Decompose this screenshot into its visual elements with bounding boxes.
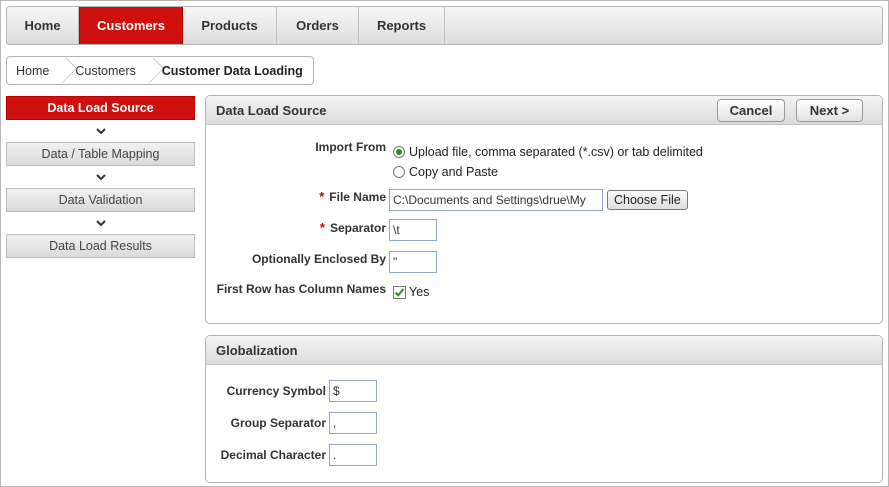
enclosed-by-label: Optionally Enclosed By: [251, 252, 386, 266]
tab-reports[interactable]: Reports: [359, 7, 445, 44]
data-load-source-panel: Data Load Source Cancel Next > Import Fr…: [205, 95, 883, 324]
breadcrumb: Home Customers Customer Data Loading: [6, 56, 314, 85]
tab-products[interactable]: Products: [183, 7, 277, 44]
panel-header: Globalization: [206, 336, 882, 365]
file-name-field[interactable]: C:\Documents and Settings\drue\My: [389, 189, 603, 211]
globalization-panel: Globalization Currency Symbol $ Group Se…: [205, 335, 883, 483]
wizard-step-data-load-source: Data Load Source: [6, 96, 195, 120]
currency-symbol-label: Currency Symbol: [226, 384, 326, 398]
first-row-label: First Row has Column Names: [216, 282, 386, 296]
breadcrumb-separator: [58, 57, 66, 84]
import-from-label: Import From: [315, 140, 386, 154]
separator-label-row: * Separator: [206, 220, 386, 235]
panel-title: Globalization: [216, 342, 298, 358]
currency-input-row: $: [329, 380, 377, 402]
import-option-paste-label: Copy and Paste: [409, 165, 498, 179]
tab-customers[interactable]: Customers: [79, 7, 183, 44]
file-input-row: C:\Documents and Settings\drue\My Choose…: [389, 189, 688, 211]
enclosed-by-input-row: ": [389, 251, 437, 273]
checkbox-first-row[interactable]: [393, 285, 406, 299]
currency-symbol-field[interactable]: $: [329, 380, 377, 402]
file-name-label-row: * File Name: [206, 189, 386, 204]
group-sep-input-row: ,: [329, 412, 377, 434]
decimal-input-row: .: [329, 444, 377, 466]
choose-file-button[interactable]: Choose File: [607, 190, 688, 210]
group-separator-label: Group Separator: [230, 416, 326, 430]
breadcrumb-separator: [145, 57, 153, 84]
tab-orders[interactable]: Orders: [277, 7, 359, 44]
import-option-upload[interactable]: Upload file, comma separated (*.csv) or …: [393, 145, 703, 159]
group-separator-field[interactable]: ,: [329, 412, 377, 434]
breadcrumb-home[interactable]: Home: [7, 57, 58, 84]
panel-title: Data Load Source: [216, 102, 327, 118]
breadcrumb-current: Customer Data Loading: [161, 63, 303, 78]
import-option-paste[interactable]: Copy and Paste: [393, 165, 498, 179]
separator-input-row: \t: [389, 219, 437, 241]
first-row-label-row: First Row has Column Names: [206, 282, 386, 296]
required-marker: *: [319, 220, 325, 235]
first-row-yes-label: Yes: [409, 285, 430, 299]
breadcrumb-customers[interactable]: Customers: [66, 57, 144, 84]
radio-upload[interactable]: [393, 146, 405, 158]
panel-header: Data Load Source Cancel Next >: [206, 96, 882, 125]
chevron-down-icon: [6, 166, 195, 188]
chevron-down-icon: [6, 212, 195, 234]
next-button[interactable]: Next >: [796, 99, 863, 122]
decimal-label-row: Decimal Character: [206, 448, 326, 462]
file-name-label: File Name: [329, 189, 386, 204]
first-row-option[interactable]: Yes: [393, 285, 429, 299]
separator-label: Separator: [329, 220, 386, 235]
currency-label-row: Currency Symbol: [206, 384, 326, 398]
required-marker: *: [319, 189, 325, 204]
decimal-character-field[interactable]: .: [329, 444, 377, 466]
import-from-label-row: Import From: [206, 140, 386, 154]
decimal-character-label: Decimal Character: [220, 448, 326, 462]
wizard-step-table-mapping: Data / Table Mapping: [6, 142, 195, 166]
wizard-step-data-validation: Data Validation: [6, 188, 195, 212]
cancel-button[interactable]: Cancel: [717, 99, 785, 122]
enclosed-by-field[interactable]: ": [389, 251, 437, 273]
import-option-upload-label: Upload file, comma separated (*.csv) or …: [409, 145, 703, 159]
separator-field[interactable]: \t: [389, 219, 437, 241]
group-sep-label-row: Group Separator: [206, 416, 326, 430]
wizard-progress: Data Load Source Data / Table Mapping Da…: [6, 96, 195, 258]
enclosed-by-label-row: Optionally Enclosed By: [206, 252, 386, 266]
tab-home[interactable]: Home: [7, 7, 79, 44]
wizard-step-data-load-results: Data Load Results: [6, 234, 195, 258]
radio-paste[interactable]: [393, 166, 405, 178]
top-nav: Home Customers Products Orders Reports: [6, 6, 883, 45]
chevron-down-icon: [6, 120, 195, 142]
checkmark-icon: [394, 287, 405, 297]
